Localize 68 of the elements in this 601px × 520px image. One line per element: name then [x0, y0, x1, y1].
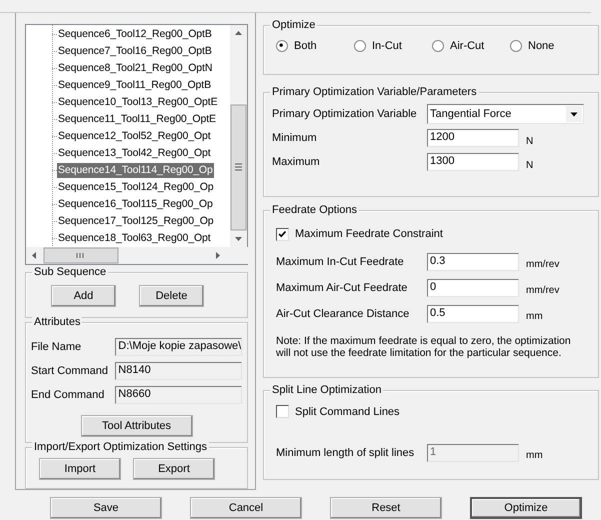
input-field[interactable]: 1200 [427, 129, 519, 147]
action-button[interactable]: Import [39, 458, 121, 480]
action-button[interactable]: Export [133, 458, 215, 480]
tree-item[interactable]: Sequence16_Tool115_Reg00_Op [57, 196, 214, 212]
input-field[interactable]: D:\Moje kopie zapasowe\ [115, 338, 242, 356]
field-label: File Name [31, 341, 82, 353]
tree-item[interactable]: Sequence6_Tool12_Reg00_OptB [57, 26, 213, 42]
field-label: Air-Cut Clearance Distance [276, 308, 410, 320]
tree-item[interactable]: Sequence11_Tool11_Reg00_OptE [57, 112, 217, 126]
tree-item[interactable]: Sequence10_Tool13_Reg00_OptE [57, 94, 218, 110]
tree-item[interactable]: Sequence12_Tool52_Reg00_Opt [57, 128, 212, 144]
checkbox[interactable] [276, 228, 289, 240]
input-field[interactable]: N8140 [115, 362, 242, 380]
unit-label: N [526, 136, 534, 146]
radio-button[interactable] [354, 40, 366, 52]
group-title: Split Line Optimization [270, 384, 384, 397]
unit-label: mm/rev [526, 284, 560, 296]
tree-item[interactable]: Sequence15_Tool124_Reg00_Op [57, 180, 215, 194]
radio-label: Both [294, 40, 317, 52]
dialog-button[interactable]: Reset [330, 497, 442, 519]
vertical-scrollbar[interactable] [230, 25, 247, 247]
checkbox[interactable] [276, 405, 289, 418]
note-text: Note: If the maximum feedrate is equal to zero, the optimization will not use the feedrate limitation for the particular sequence. [276, 335, 572, 359]
horizontal-scrollbar[interactable] [26, 247, 250, 264]
field-label: End Command [31, 389, 106, 401]
checkbox-label: Maximum Feedrate Constraint [295, 228, 443, 240]
radio-label: None [528, 40, 554, 52]
tree-item[interactable]: Sequence13_Tool42_Reg00_Opt [57, 146, 212, 160]
radio-button[interactable] [276, 40, 288, 52]
radio-button[interactable] [510, 40, 522, 52]
tree-item[interactable]: Sequence9_Tool11_Reg00_OptB [57, 78, 212, 92]
input-field[interactable]: 0.5 [427, 305, 519, 323]
unit-label: mm/rev [526, 258, 560, 270]
group-title: Optimize [270, 19, 318, 32]
group-title: Sub Sequence [32, 266, 108, 279]
field-label: Maximum [272, 156, 321, 168]
group-title: Feedrate Options [270, 204, 359, 217]
field-label: Start Command [31, 365, 110, 377]
unit-label: mm [526, 310, 543, 322]
tree-item[interactable]: Sequence17_Tool125_Reg00_Op [57, 214, 215, 228]
group-title: Import/Export Optimization Settings [32, 441, 210, 454]
radio-button[interactable] [432, 40, 444, 52]
dialog-button[interactable]: Optimize [470, 497, 582, 519]
field-label: Maximum In-Cut Feedrate [276, 256, 405, 268]
dialog-button[interactable]: Save [50, 497, 162, 519]
dialog-button[interactable]: Cancel [190, 497, 302, 519]
radio-label: Air-Cut [450, 40, 484, 52]
tree-item[interactable]: Sequence7_Tool16_Reg00_OptB [57, 44, 213, 58]
input-field[interactable]: N8660 [115, 386, 242, 404]
input-field[interactable]: 0 [427, 279, 519, 297]
checkbox-label: Split Command Lines [295, 406, 400, 418]
field-label: Minimum length of split lines [276, 447, 416, 459]
field-label: Primary Optimization Variable [272, 108, 418, 120]
group-title: Primary Optimization Variable/Parameters [270, 86, 479, 99]
tree-item[interactable]: Sequence18_Tool63_Reg00_Opt [57, 230, 212, 246]
unit-label: N [526, 160, 534, 170]
radio-label: In-Cut [372, 40, 402, 52]
action-button[interactable]: Delete [139, 285, 204, 307]
field-label: Minimum [272, 132, 318, 144]
dropdown[interactable]: Tangential Force [427, 104, 584, 124]
tree-item[interactable]: Sequence8_Tool21_Reg00_OptN [57, 60, 214, 76]
field-label: Maximum Air-Cut Feedrate [276, 282, 408, 294]
input-field[interactable]: 1300 [427, 153, 519, 171]
input-field[interactable]: 0.3 [427, 253, 519, 271]
action-button[interactable]: Add [51, 285, 116, 307]
unit-label: mm [526, 450, 543, 460]
tool-attributes-button[interactable]: Tool Attributes [80, 415, 192, 437]
tree-item[interactable]: Sequence14_Tool114_Reg00_Op [57, 162, 214, 178]
